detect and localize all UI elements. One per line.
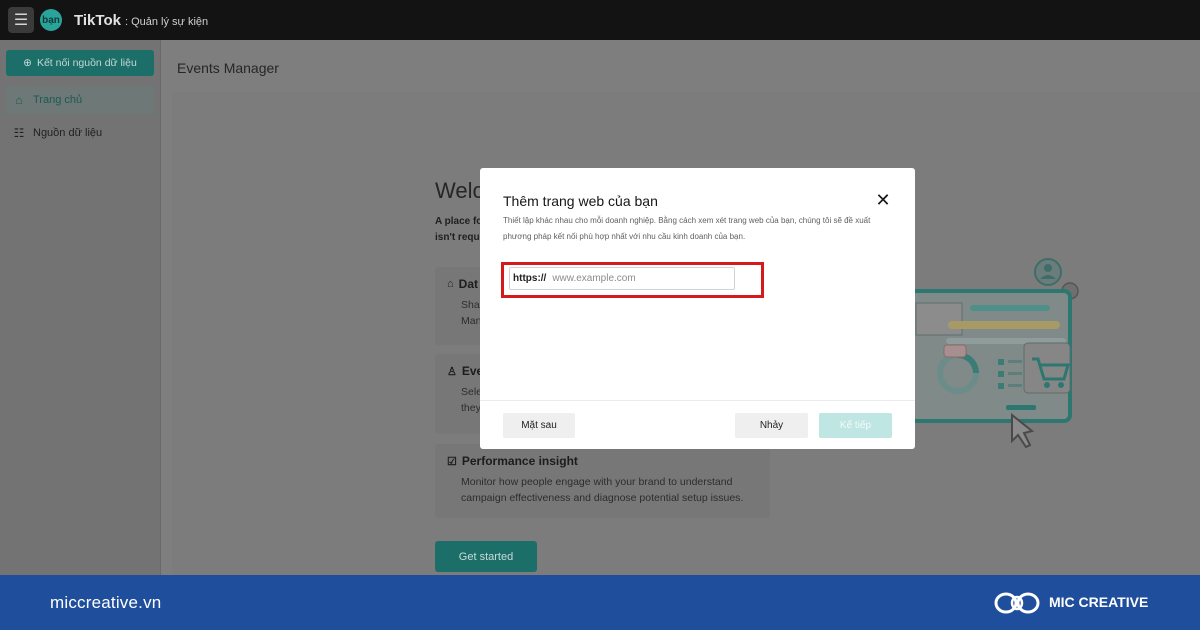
data-icon: ⌂ — [447, 278, 454, 290]
home-icon: ⌂ — [15, 93, 23, 107]
get-started-button[interactable]: Get started — [435, 541, 537, 572]
person-icon: ♙ — [447, 365, 457, 378]
top-bar: ☰ bạn TikTok : Quản lý sự kiện — [0, 0, 1200, 40]
welcome-title: Welc — [435, 178, 484, 203]
card-title: Performance insight — [461, 454, 578, 468]
dialog-title: Thêm trang web của bạn — [503, 193, 658, 209]
connect-data-source-button[interactable]: ⊕ Kết nối nguồn dữ liệu — [6, 50, 154, 76]
list-icon: ☷ — [13, 126, 25, 140]
next-button[interactable]: Kế tiếp — [819, 413, 892, 438]
feature-card-performance: ☑ Performance insight Monitor how people… — [435, 444, 770, 518]
back-button[interactable]: Mặt sau — [503, 413, 575, 438]
sidebar-item-home[interactable]: ⌂ Trang chủ — [6, 86, 154, 114]
brand-name: TikTok — [74, 11, 121, 29]
card-title: Dat — [458, 277, 478, 291]
footer-banner: miccreative.vn MIC CREATIVE — [0, 575, 1200, 630]
sidebar-item-data-sources[interactable]: ☷ Nguồn dữ liệu — [6, 119, 154, 147]
card-text: Monitor how people engage with your bran… — [461, 476, 744, 504]
user-icon — [1034, 258, 1062, 286]
shopping-cart-icon — [1023, 342, 1071, 394]
website-url-input[interactable] — [552, 273, 723, 284]
brand-subtitle: : Quản lý sự kiện — [124, 15, 209, 28]
add-circle-icon: ⊕ — [23, 57, 32, 69]
website-url-field[interactable]: https:// — [509, 267, 735, 290]
footer-brand: MIC CREATIVE — [1049, 594, 1149, 610]
dialog-divider — [480, 400, 915, 401]
sidebar-item-label: Trang chủ — [33, 94, 83, 106]
add-website-dialog: Thêm trang web của bạn ✕ Thiết lập khác … — [480, 168, 915, 449]
skip-button[interactable]: Nhảy — [735, 413, 808, 438]
close-icon[interactable]: ✕ — [875, 190, 891, 210]
hamburger-menu-icon[interactable]: ☰ — [8, 7, 34, 33]
chart-icon: ☑ — [447, 455, 457, 468]
connect-data-source-label: Kết nối nguồn dữ liệu — [36, 57, 137, 69]
url-prefix: https:// — [513, 273, 547, 284]
mic-creative-logo-icon — [994, 592, 1040, 614]
sidebar: ⊕ Kết nối nguồn dữ liệu ⌂ Trang chủ ☷ Ng… — [0, 40, 161, 575]
footer-site-url[interactable]: miccreative.vn — [50, 593, 161, 613]
avatar[interactable]: bạn — [40, 9, 62, 31]
dialog-description: Thiết lập khác nhau cho mỗi doanh nghiệp… — [503, 216, 871, 241]
page-title: Events Manager — [177, 60, 279, 76]
sidebar-item-label: Nguồn dữ liệu — [33, 127, 103, 139]
